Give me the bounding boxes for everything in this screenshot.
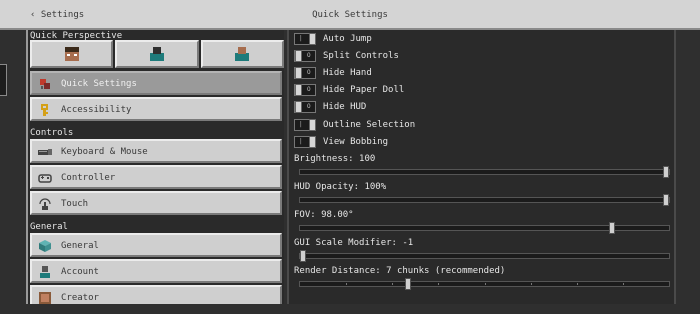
fov-label: FOV: 98.00° — [294, 210, 354, 220]
side-drawer-handle[interactable] — [0, 64, 7, 96]
perspective-selector — [30, 40, 284, 68]
hide-hand-toggle[interactable]: O — [294, 67, 316, 79]
outline-selection-toggle[interactable]: | — [294, 119, 316, 131]
slider-tick — [623, 283, 624, 285]
sidebar-item-label: Controller — [61, 173, 116, 183]
sidebar-item-label: Touch — [61, 199, 89, 209]
hud-opacity-label: HUD Opacity: 100% — [294, 182, 387, 192]
brightness-label: Brightness: 100 — [294, 154, 376, 164]
sidebar-item-label: Keyboard & Mouse — [61, 147, 148, 157]
third-person-back-icon — [149, 47, 164, 61]
view-bobbing-setting: | View Bobbing — [294, 136, 594, 150]
toggle-label: Hide HUD — [323, 102, 367, 112]
split-controls-toggle[interactable]: O — [294, 50, 316, 62]
third-person-front-icon — [235, 47, 250, 61]
slider-tick — [346, 283, 347, 285]
fov-slider[interactable] — [299, 222, 670, 234]
hide-hand-setting: O Hide Hand — [294, 67, 594, 81]
slider-handle[interactable] — [663, 194, 669, 206]
perspective-third-person-back-button[interactable] — [115, 40, 199, 68]
account-icon — [40, 266, 50, 278]
toggle-label: Outline Selection — [323, 120, 416, 130]
sidebar-item-quick-settings[interactable]: Quick Settings — [30, 71, 282, 95]
hide-paper-doll-toggle[interactable]: O — [294, 84, 316, 96]
outline-selection-setting: | Outline Selection — [294, 119, 594, 133]
first-person-icon — [64, 47, 79, 61]
slider-tick — [531, 283, 532, 285]
gui-scale-slider[interactable] — [299, 250, 670, 262]
slider-handle[interactable] — [609, 222, 615, 234]
keyboard-mouse-icon — [38, 149, 52, 155]
page-title: Quick Settings — [312, 10, 388, 20]
toggle-label: Auto Jump — [323, 34, 372, 44]
slider-tick — [485, 283, 486, 285]
view-bobbing-toggle[interactable]: | — [294, 136, 316, 148]
settings-sidebar: Quick Perspective Quick Settings Accessi… — [26, 30, 284, 304]
sidebar-item-general[interactable]: General — [30, 233, 282, 257]
toggle-label: View Bobbing — [323, 137, 389, 147]
slider-tick — [392, 283, 393, 285]
perspective-first-person-button[interactable] — [30, 40, 114, 68]
sidebar-item-label: General — [61, 241, 99, 251]
auto-jump-toggle[interactable]: | — [294, 33, 316, 45]
creator-icon — [39, 292, 51, 304]
hide-hud-toggle[interactable]: O — [294, 101, 316, 113]
touch-icon — [39, 198, 51, 210]
gui-scale-label: GUI Scale Modifier: -1 — [294, 238, 414, 248]
sidebar-item-label: Account — [61, 267, 99, 277]
sidebar-item-creator[interactable]: Creator — [30, 285, 282, 304]
auto-jump-setting: | Auto Jump — [294, 33, 594, 47]
slider-handle[interactable] — [300, 250, 306, 262]
render-distance-slider[interactable] — [299, 278, 670, 290]
general-heading: General — [30, 222, 68, 232]
brightness-slider[interactable] — [299, 166, 670, 178]
sidebar-item-label: Accessibility — [61, 105, 132, 115]
sidebar-item-label: Quick Settings — [61, 79, 137, 89]
slider-handle[interactable] — [663, 166, 669, 178]
cube-icon — [39, 240, 51, 252]
slider-handle[interactable] — [405, 278, 411, 290]
toggle-label: Split Controls — [323, 51, 399, 61]
sidebar-item-touch[interactable]: Touch — [30, 191, 282, 215]
perspective-third-person-front-button[interactable] — [200, 40, 284, 68]
controls-heading: Controls — [30, 128, 74, 138]
toggle-label: Hide Paper Doll — [323, 85, 405, 95]
hud-opacity-slider[interactable] — [299, 194, 670, 206]
sidebar-item-label: Creator — [61, 293, 99, 303]
top-bar: ‹ Settings Quick Settings — [0, 0, 700, 30]
split-controls-setting: O Split Controls — [294, 50, 594, 64]
hide-paper-doll-setting: O Hide Paper Doll — [294, 84, 594, 98]
hide-hud-setting: O Hide HUD — [294, 101, 594, 115]
sidebar-item-accessibility[interactable]: Accessibility — [30, 97, 282, 121]
quick-settings-icon — [40, 79, 50, 89]
controller-icon — [38, 174, 52, 183]
sidebar-item-controller[interactable]: Controller — [30, 165, 282, 189]
slider-tick — [438, 283, 439, 285]
sidebar-item-keyboard-mouse[interactable]: Keyboard & Mouse — [30, 139, 282, 163]
render-distance-label: Render Distance: 7 chunks (recommended) — [294, 266, 506, 276]
toggle-label: Hide Hand — [323, 68, 372, 78]
sidebar-item-account[interactable]: Account — [30, 259, 282, 283]
slider-tick — [577, 283, 578, 285]
quick-settings-panel: | Auto Jump O Split Controls O Hide Hand… — [287, 30, 676, 304]
key-icon — [41, 104, 48, 116]
